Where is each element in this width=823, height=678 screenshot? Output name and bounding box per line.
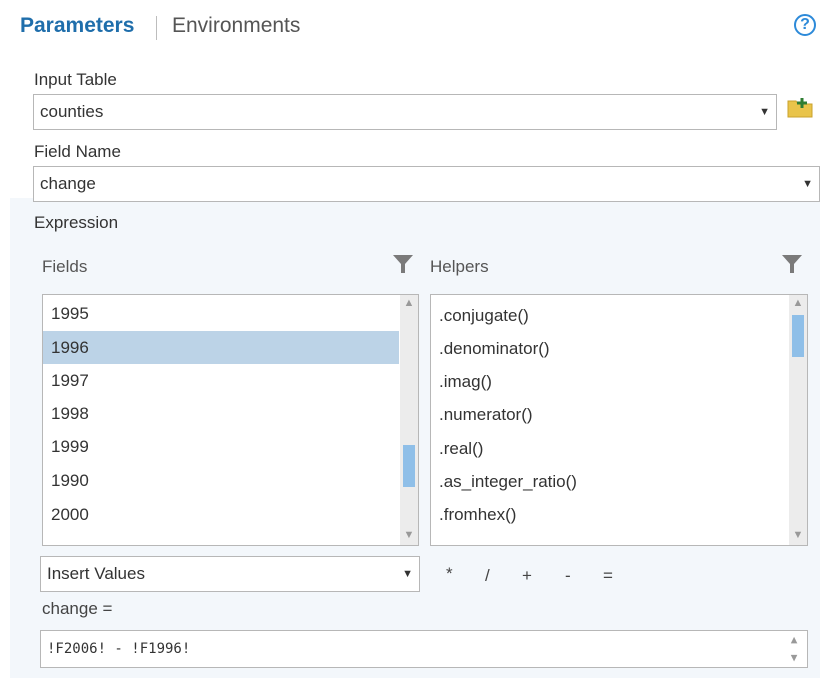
- helpers-label: Helpers: [430, 257, 489, 276]
- list-item[interactable]: .denominator(): [431, 332, 787, 365]
- scroll-thumb[interactable]: [792, 315, 804, 357]
- helpers-list[interactable]: .conjugate() .denominator() .imag() .num…: [430, 294, 808, 546]
- list-item[interactable]: 1999: [43, 430, 399, 463]
- chevron-down-icon: ▼: [759, 106, 770, 118]
- subtract-button[interactable]: -: [565, 566, 571, 586]
- insert-values-label: Insert Values: [47, 564, 145, 583]
- filter-icon[interactable]: [781, 253, 803, 275]
- scroll-down-icon[interactable]: ▼: [791, 529, 805, 541]
- divide-button[interactable]: /: [485, 566, 490, 586]
- chevron-down-icon: ▼: [802, 178, 813, 190]
- scroll-thumb[interactable]: [403, 445, 415, 487]
- fields-list[interactable]: 1995 1996 1997 1998 1999 1990 2000 ▲ ▼: [42, 294, 419, 546]
- expression-target-label: change =: [42, 599, 113, 618]
- help-icon[interactable]: ?: [794, 14, 816, 36]
- expression-label: Expression: [34, 213, 119, 232]
- list-item[interactable]: 1997: [43, 364, 399, 397]
- add-folder-icon[interactable]: [787, 96, 813, 118]
- field-name-dropdown[interactable]: change ▼: [33, 166, 820, 202]
- helpers-scrollbar[interactable]: ▲ ▼: [789, 295, 807, 545]
- list-item[interactable]: .numerator(): [431, 398, 787, 431]
- list-item[interactable]: 1995: [43, 297, 399, 330]
- tab-divider: [156, 16, 157, 40]
- input-table-value: counties: [40, 102, 104, 121]
- field-name-value: change: [40, 174, 96, 193]
- multiply-button[interactable]: *: [446, 564, 453, 584]
- equals-button[interactable]: =: [603, 566, 613, 586]
- scroll-down-icon[interactable]: ▼: [787, 651, 801, 664]
- list-item[interactable]: .conjugate(): [431, 299, 787, 332]
- list-item[interactable]: 1998: [43, 397, 399, 430]
- add-button[interactable]: +: [522, 566, 532, 586]
- list-item[interactable]: 2000: [43, 498, 399, 531]
- list-item[interactable]: .real(): [431, 432, 787, 465]
- fields-label: Fields: [42, 257, 88, 276]
- expression-code-input[interactable]: !F2006! - !F1996! ▲ ▼: [40, 630, 808, 668]
- list-item[interactable]: .imag(): [431, 365, 787, 398]
- input-table-label: Input Table: [34, 70, 117, 89]
- scroll-up-icon[interactable]: ▲: [402, 297, 416, 309]
- list-item[interactable]: 1990: [43, 464, 399, 497]
- chevron-down-icon: ▼: [402, 568, 413, 580]
- field-name-label: Field Name: [34, 142, 121, 161]
- input-table-dropdown[interactable]: counties ▼: [33, 94, 777, 130]
- list-item[interactable]: 1996: [43, 331, 399, 364]
- tab-parameters[interactable]: Parameters: [20, 14, 134, 38]
- expression-code: !F2006! - !F1996!: [47, 641, 191, 657]
- scroll-up-icon[interactable]: ▲: [787, 633, 801, 646]
- fields-scrollbar[interactable]: ▲ ▼: [400, 295, 418, 545]
- insert-values-dropdown[interactable]: Insert Values ▼: [40, 556, 420, 592]
- tab-environments[interactable]: Environments: [172, 14, 300, 38]
- scroll-down-icon[interactable]: ▼: [402, 529, 416, 541]
- list-item[interactable]: .fromhex(): [431, 498, 787, 531]
- filter-icon[interactable]: [392, 253, 414, 275]
- scroll-up-icon[interactable]: ▲: [791, 297, 805, 309]
- list-item[interactable]: .as_integer_ratio(): [431, 465, 787, 498]
